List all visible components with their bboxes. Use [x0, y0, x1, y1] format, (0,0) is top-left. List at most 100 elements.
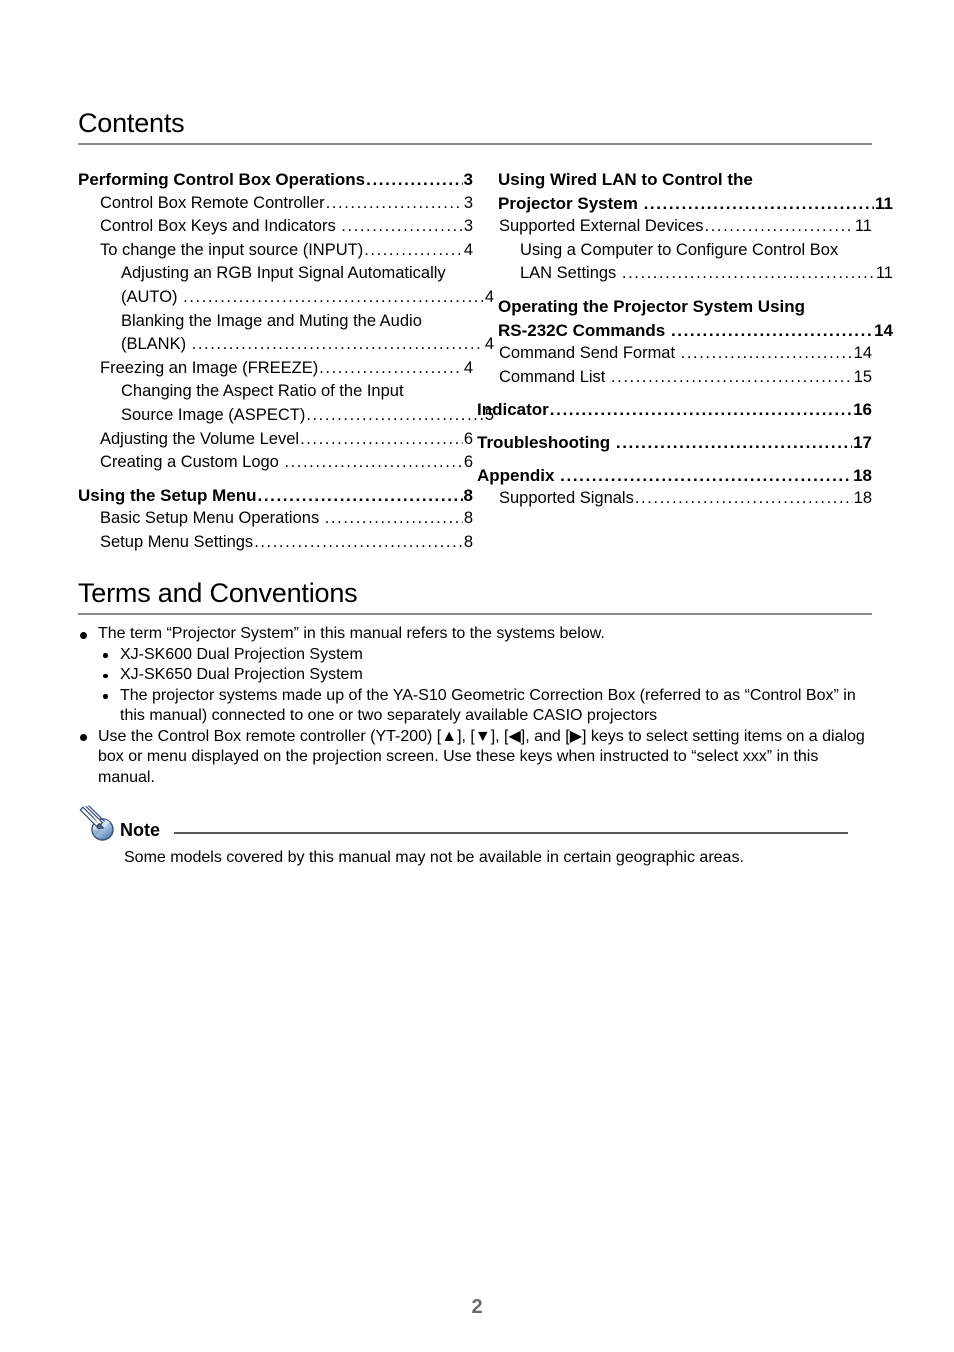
toc-entry[interactable]: Using the Setup Menu....................…: [78, 484, 473, 508]
toc-leader-dots: ........................................…: [615, 432, 852, 452]
toc-leader-dots: ........................................…: [325, 193, 463, 212]
toc-entry-label: Operating the Projector System Using: [498, 296, 806, 316]
toc-entry[interactable]: Appendix ...............................…: [477, 464, 872, 488]
toc-page-number: 11: [875, 264, 893, 283]
toc-entry[interactable]: Performing Control Box Operations.......…: [78, 168, 473, 192]
toc-entry[interactable]: Creating a Custom Logo .................…: [78, 451, 473, 475]
toc-entry-label: (BLANK): [121, 335, 191, 354]
bullet-dot-icon: [103, 673, 108, 678]
toc-leader-dots: ........................................…: [319, 358, 463, 377]
toc-entry[interactable]: Freezing an Image (FREEZE)..............…: [78, 357, 473, 381]
bullet-dot-icon: [103, 653, 108, 658]
toc-entry-line: Source Image (ASPECT)...................…: [100, 404, 494, 428]
toc-leader-dots: ........................................…: [610, 367, 853, 386]
toc-page-number: 8: [463, 485, 473, 505]
toc-entry-line: Setup Menu Settings.....................…: [100, 531, 473, 555]
toc-entry-label: Setup Menu Settings: [100, 532, 254, 551]
bullet-dot-icon: [80, 631, 87, 639]
toc-entry-line: LAN Settings ...........................…: [499, 262, 893, 286]
toc-page-number: 17: [853, 432, 872, 452]
toc-entry-label: Adjusting the Volume Level: [100, 429, 300, 448]
toc-leader-dots: ........................................…: [560, 465, 853, 485]
toc-entry[interactable]: Using a Computer to Configure Control Bo…: [477, 239, 893, 286]
toc-entry[interactable]: Adjusting an RGB Input Signal Automatica…: [78, 262, 494, 309]
toc-entry-label: Using Wired LAN to Control the: [498, 170, 753, 189]
toc-leader-dots: ........................................…: [643, 193, 875, 213]
toc-entry[interactable]: Basic Setup Menu Operations ............…: [78, 507, 473, 531]
toc-entry[interactable]: Indicator...............................…: [477, 398, 872, 422]
toc-page-number: 18: [853, 489, 872, 508]
toc-entry-label: Supported Signals: [499, 489, 634, 508]
toc-leader-dots: ........................................…: [634, 489, 853, 508]
toc-page-number: 8: [463, 532, 473, 551]
toc-page-number: 11: [875, 193, 893, 213]
terms-bullet-1-text: The term “Projector System” in this manu…: [98, 625, 605, 642]
toc-leader-dots: ........................................…: [257, 485, 463, 505]
toc-entry-line: Performing Control Box Operations.......…: [78, 168, 473, 192]
toc-entry-label: Blanking the Image and Muting the Audio: [121, 311, 422, 330]
toc-entry-line: Adjusting the Volume Level..............…: [100, 428, 473, 452]
toc-leader-dots: ........................................…: [704, 217, 854, 236]
toc-entry-label: Performing Control Box Operations: [78, 170, 366, 189]
toc-entry[interactable]: Adjusting the Volume Level..............…: [78, 428, 473, 452]
toc-leader-dots: ........................................…: [183, 287, 484, 306]
toc-page-number: 14: [853, 344, 872, 363]
toc-entry[interactable]: Command List ...........................…: [477, 366, 872, 390]
toc-page-number: 6: [463, 429, 473, 448]
toc-entry-label: Source Image (ASPECT): [121, 405, 306, 424]
toc-entry-label: Appendix: [477, 465, 560, 485]
list-item: XJ-SK650 Dual Projection System: [98, 665, 872, 686]
toc-leader-dots: ........................................…: [284, 453, 462, 472]
page-number: 2: [471, 1296, 483, 1318]
toc-leader-dots: ........................................…: [306, 405, 484, 424]
toc-page-number: 16: [853, 400, 872, 420]
toc-entry-label: Changing the Aspect Ratio of the Input: [121, 382, 404, 401]
toc-entry-label: Control Box Keys and Indicators: [100, 217, 341, 236]
toc-entry-line: Control Box Remote Controller...........…: [100, 192, 473, 216]
toc-entry-line: To change the input source (INPUT)......…: [100, 239, 473, 263]
toc-entry[interactable]: Control Box Remote Controller...........…: [78, 192, 473, 216]
note-header: Note: [78, 804, 872, 844]
toc-entry-line: Freezing an Image (FREEZE)..............…: [100, 357, 473, 381]
table-of-contents: Performing Control Box Operations.......…: [78, 168, 893, 551]
toc-entry-label: Troubleshooting: [477, 432, 615, 452]
toc-leader-dots: ........................................…: [549, 400, 853, 420]
list-item: The term “Projector System” in this manu…: [78, 624, 872, 645]
toc-entry[interactable]: To change the input source (INPUT)......…: [78, 239, 473, 263]
toc-leader-dots: ........................................…: [621, 264, 875, 283]
document-page: Contents Performing Control Box Operatio…: [0, 0, 954, 1352]
toc-entry[interactable]: Supported Signals.......................…: [477, 487, 872, 511]
bullet-dot-icon: [80, 734, 87, 741]
toc-entry-label: LAN Settings: [520, 264, 621, 283]
terms-bullet-2-text: Use the Control Box remote controller (Y…: [98, 727, 865, 786]
toc-entry-label: Indicator: [477, 400, 549, 420]
toc-leader-dots: ........................................…: [680, 344, 853, 363]
toc-leader-dots: ........................................…: [364, 240, 463, 259]
toc-entry[interactable]: Supported External Devices..............…: [477, 215, 872, 239]
toc-page-number: 15: [853, 367, 872, 386]
toc-entry[interactable]: Operating the Projector System Using RS-2…: [477, 295, 893, 342]
toc-entry-label: RS-232C Commands: [498, 320, 670, 340]
toc-entry[interactable]: Changing the Aspect Ratio of the Input So…: [78, 380, 494, 427]
note-block: Note Some models covered by this manual …: [78, 804, 872, 868]
toc-entry[interactable]: Control Box Keys and Indicators ........…: [78, 215, 473, 239]
toc-entry-line: Creating a Custom Logo .................…: [100, 451, 473, 475]
toc-page-number: 11: [854, 217, 872, 236]
toc-entry-line: RS-232C Commands .......................…: [477, 319, 893, 343]
toc-entry[interactable]: Setup Menu Settings.....................…: [78, 531, 473, 555]
terms-sub-1-text: XJ-SK600 Dual Projection System: [120, 645, 363, 663]
toc-left-column: Performing Control Box Operations.......…: [78, 168, 494, 555]
toc-entry-label: Supported External Devices: [499, 217, 704, 236]
toc-page-number: 3: [463, 193, 473, 212]
toc-entry[interactable]: Command Send Format ....................…: [477, 342, 872, 366]
toc-entry[interactable]: Blanking the Image and Muting the Audio (…: [78, 310, 494, 357]
toc-entry-line: Supported External Devices..............…: [499, 215, 872, 239]
toc-page-number: 6: [463, 453, 473, 472]
toc-entry[interactable]: Using Wired LAN to Control the Projector …: [477, 168, 893, 215]
toc-entry-label: Adjusting an RGB Input Signal Automatica…: [121, 264, 446, 283]
toc-leader-dots: ........................................…: [300, 429, 463, 448]
toc-entry[interactable]: Troubleshooting ........................…: [477, 431, 872, 455]
note-pencil-icon: [78, 804, 118, 844]
toc-entry-label: Projector System: [498, 193, 643, 213]
toc-entry-line: Basic Setup Menu Operations ............…: [100, 507, 473, 531]
